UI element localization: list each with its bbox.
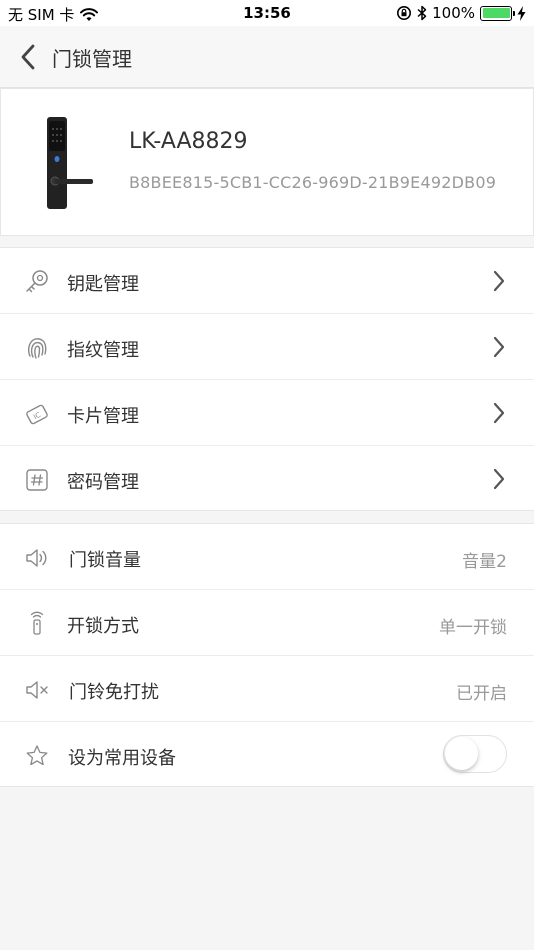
menu-item-card[interactable]: IC 卡片管理 xyxy=(0,380,534,446)
key-icon xyxy=(24,269,50,295)
password-icon xyxy=(24,467,50,493)
remote-icon xyxy=(24,611,50,637)
battery-fill xyxy=(482,8,510,18)
settings-list: 门锁音量 音量2 开锁方式 单一开锁 门铃免打扰 已开启 设为常用设备 xyxy=(0,523,534,787)
chevron-left-icon xyxy=(21,44,35,70)
door-lock-image xyxy=(47,117,93,209)
charging-icon xyxy=(517,5,526,21)
battery-percent: 100% xyxy=(432,4,475,22)
manage-menu: 钥匙管理 指纹管理 IC 卡片管理 密码管理 xyxy=(0,247,534,511)
menu-item-fingerprint[interactable]: 指纹管理 xyxy=(0,314,534,380)
chevron-right-icon xyxy=(493,336,505,358)
setting-label: 设为常用设备 xyxy=(68,748,176,769)
menu-item-key[interactable]: 钥匙管理 xyxy=(0,248,534,314)
device-id: B8BEE815-5CB1-CC26-969D-21B9E492DB09 xyxy=(129,173,497,192)
page-title: 门锁管理 xyxy=(52,47,132,71)
rotation-lock-icon xyxy=(397,6,412,20)
favorite-toggle[interactable] xyxy=(443,735,507,773)
setting-label: 开锁方式 xyxy=(67,616,139,637)
menu-item-label: 密码管理 xyxy=(67,472,139,493)
setting-unlock-mode[interactable]: 开锁方式 单一开锁 xyxy=(0,590,534,656)
nav-bar: 门锁管理 xyxy=(0,26,534,88)
setting-value: 音量2 xyxy=(462,552,507,572)
chevron-right-icon xyxy=(493,402,505,424)
star-icon xyxy=(24,743,50,769)
setting-label: 门铃免打扰 xyxy=(69,682,159,703)
setting-doorbell-dnd[interactable]: 门铃免打扰 已开启 xyxy=(0,656,534,722)
menu-item-label: 卡片管理 xyxy=(67,406,139,427)
device-card: LK-AA8829 B8BEE815-5CB1-CC26-969D-21B9E4… xyxy=(0,88,534,236)
ic-card-icon: IC xyxy=(24,401,50,427)
setting-value: 已开启 xyxy=(456,684,507,704)
menu-item-label: 钥匙管理 xyxy=(67,274,139,295)
fingerprint-icon xyxy=(24,335,50,361)
status-bar: 无 SIM 卡 13:56 100% xyxy=(0,0,534,26)
setting-value: 单一开锁 xyxy=(439,618,507,638)
menu-item-password[interactable]: 密码管理 xyxy=(0,446,534,512)
menu-item-label: 指纹管理 xyxy=(67,340,139,361)
setting-lock-volume[interactable]: 门锁音量 音量2 xyxy=(0,524,534,590)
status-right: 100% xyxy=(396,4,526,22)
setting-label: 门锁音量 xyxy=(69,550,141,571)
bluetooth-icon xyxy=(417,5,427,21)
setting-favorite-device: 设为常用设备 xyxy=(0,722,534,788)
device-name: LK-AA8829 xyxy=(129,129,248,154)
battery-icon xyxy=(480,5,515,21)
speaker-icon xyxy=(24,545,50,571)
mute-icon xyxy=(24,677,50,703)
chevron-right-icon xyxy=(493,270,505,292)
toggle-knob xyxy=(445,737,478,770)
back-button[interactable] xyxy=(14,40,42,74)
chevron-right-icon xyxy=(493,468,505,490)
